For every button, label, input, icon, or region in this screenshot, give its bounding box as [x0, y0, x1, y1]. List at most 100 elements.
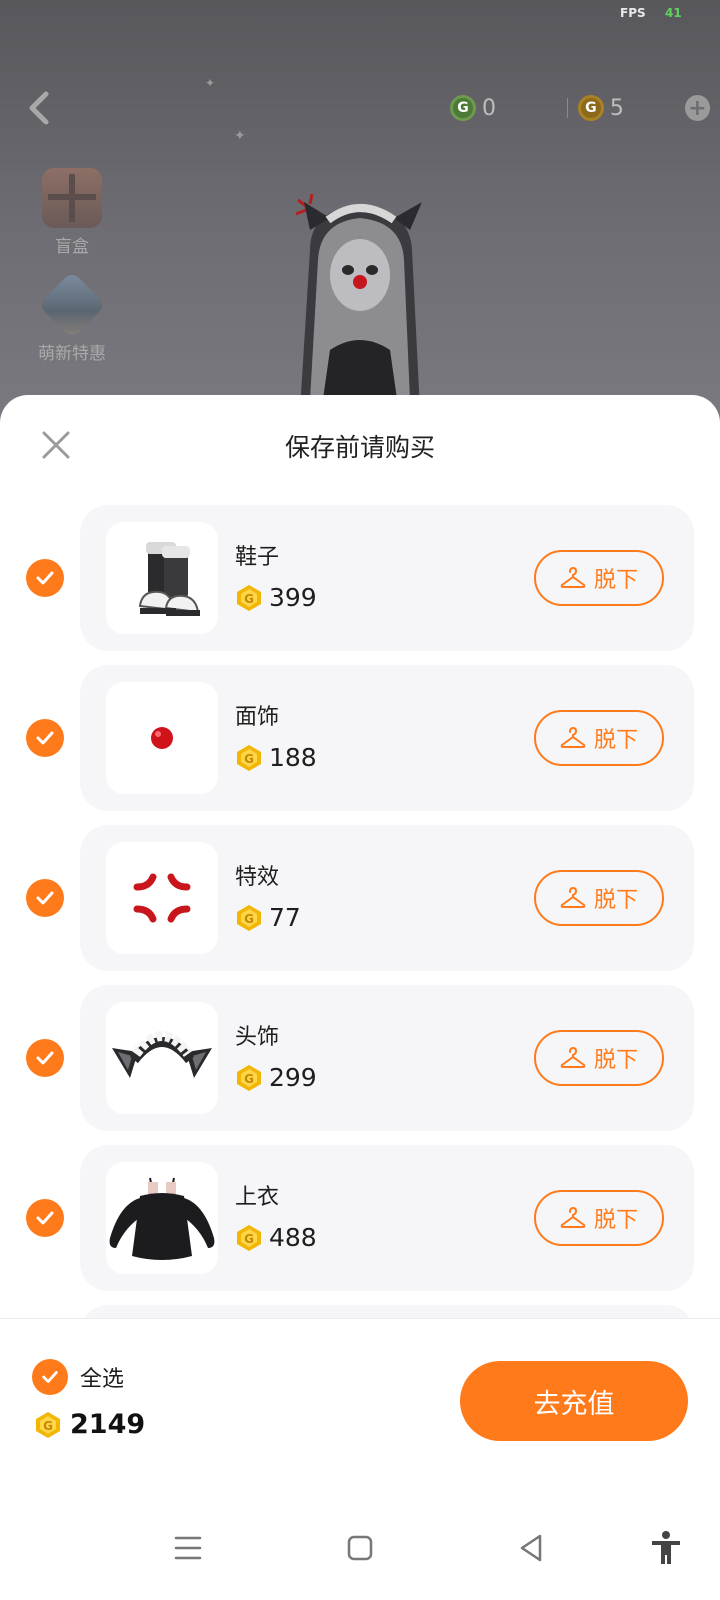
take-off-button[interactable]: 脱下 — [534, 870, 664, 926]
accessibility-icon[interactable] — [646, 1528, 686, 1568]
coin-icon: G — [36, 1411, 60, 1438]
divider — [566, 98, 568, 118]
menu-icon[interactable] — [168, 1528, 208, 1568]
green-coin-icon: G — [450, 95, 476, 121]
shoes-icon — [106, 522, 218, 634]
gold-coin-count: 5 — [609, 95, 624, 121]
item-price-value: 188 — [269, 743, 317, 772]
item-name: 特效 — [235, 865, 280, 890]
take-off-button[interactable]: 脱下 — [534, 710, 664, 766]
check-icon — [42, 1371, 58, 1383]
svg-text:G: G — [244, 1072, 254, 1086]
svg-text:G: G — [244, 752, 254, 766]
take-off-label: 脱下 — [593, 568, 638, 593]
item-price: G 399 — [235, 583, 317, 612]
item-price: G 77 — [235, 903, 301, 932]
item-price: G 488 — [235, 1223, 317, 1252]
item-card: 面饰 G 188 脱下 — [80, 665, 694, 811]
back-arrow-icon[interactable] — [22, 88, 58, 128]
hanger-icon — [560, 887, 586, 908]
take-off-label: 脱下 — [593, 728, 638, 753]
check-icon — [36, 1051, 54, 1065]
check-icon — [36, 1211, 54, 1225]
take-off-button[interactable]: 脱下 — [534, 1030, 664, 1086]
list-item: 上衣 G 488 脱下 — [0, 1145, 720, 1291]
green-coin-balance: G 0 — [450, 95, 557, 121]
hanger-icon — [560, 567, 586, 588]
hanger-icon — [560, 1207, 586, 1228]
coin-icon: G — [237, 584, 261, 611]
add-coins-button[interactable]: + — [684, 95, 710, 121]
svg-text:G: G — [244, 912, 254, 926]
home-square-icon[interactable] — [340, 1528, 380, 1568]
fps-value: 41 — [665, 6, 682, 20]
maid-headband-icon — [106, 1002, 218, 1114]
select-all-checkbox[interactable] — [32, 1359, 68, 1395]
item-price: G 299 — [235, 1063, 317, 1092]
system-nav-bar — [0, 1500, 720, 1600]
item-price-value: 399 — [269, 583, 317, 612]
item-card: 上衣 G 488 脱下 — [80, 1145, 694, 1291]
sheet-title: 保存前请购买 — [284, 433, 435, 462]
svg-text:G: G — [244, 1232, 254, 1246]
take-off-label: 脱下 — [593, 1208, 638, 1233]
svg-text:G: G — [43, 1419, 53, 1433]
select-all-label: 全选 — [80, 1367, 125, 1392]
item-checkbox[interactable] — [26, 719, 64, 757]
hanger-icon — [560, 727, 586, 748]
list-item: 特效 G 77 脱下 — [0, 825, 720, 971]
check-icon — [36, 891, 54, 905]
item-card: 鞋子 G 399 脱下 — [80, 505, 694, 651]
total-price-value: 2149 — [70, 1409, 146, 1440]
blind-box-label: 盲盒 — [55, 237, 89, 257]
check-icon — [36, 731, 54, 745]
take-off-label: 脱下 — [593, 1048, 638, 1073]
fps-label: FPS — [620, 6, 646, 20]
coin-icon: G — [237, 1224, 261, 1251]
list-item: 面饰 G 188 脱下 — [0, 665, 720, 811]
list-item: 鞋子 G 399 脱下 — [0, 505, 720, 651]
total-price: G 2149 — [34, 1409, 145, 1440]
select-all-toggle[interactable]: 全选 — [32, 1359, 124, 1395]
hanger-icon — [560, 1047, 586, 1068]
item-checkbox[interactable] — [26, 559, 64, 597]
check-icon — [36, 571, 54, 585]
item-list: 鞋子 G 399 脱下 面饰 G 188 脱下 特效 G 77 脱下 头饰 G … — [0, 505, 720, 1325]
recharge-button[interactable]: 去充值 — [460, 1361, 688, 1441]
sparkle-icon: ✦ — [234, 128, 246, 144]
item-checkbox[interactable] — [26, 1199, 64, 1237]
take-off-button[interactable]: 脱下 — [534, 550, 664, 606]
purchase-sheet: 保存前请购买 鞋子 G 399 脱下 面饰 G 188 脱下 特效 G 77 脱… — [0, 395, 720, 1600]
black-dress-icon — [106, 1162, 218, 1274]
anger-effect-icon — [106, 842, 218, 954]
item-checkbox[interactable] — [26, 879, 64, 917]
item-price: G 188 — [235, 743, 317, 772]
promo-bundle-icon — [38, 271, 106, 339]
currency-bar: G 0 G 5 + — [450, 88, 710, 128]
take-off-button[interactable]: 脱下 — [534, 1190, 664, 1246]
coin-icon: G — [237, 904, 261, 931]
item-name: 面饰 — [235, 705, 280, 730]
gold-coin-icon: G — [577, 95, 604, 121]
item-price-value: 77 — [269, 903, 301, 932]
newbie-deal-entry[interactable]: 萌新特惠 — [32, 271, 112, 364]
item-price-value: 299 — [269, 1063, 317, 1092]
item-card: 特效 G 77 脱下 — [80, 825, 694, 971]
blind-box-entry[interactable]: 盲盒 — [32, 168, 112, 257]
item-name: 头饰 — [235, 1025, 280, 1050]
svg-text:G: G — [244, 592, 254, 606]
take-off-label: 脱下 — [593, 888, 638, 913]
newbie-deal-label: 萌新特惠 — [38, 344, 106, 364]
item-name: 上衣 — [235, 1185, 280, 1210]
coin-icon: G — [237, 744, 261, 771]
back-triangle-icon[interactable] — [512, 1528, 552, 1568]
green-coin-count: 0 — [482, 95, 496, 121]
item-card: 头饰 G 299 脱下 — [80, 985, 694, 1131]
item-checkbox[interactable] — [26, 1039, 64, 1077]
item-price-value: 488 — [269, 1223, 317, 1252]
gift-box-icon — [42, 168, 102, 228]
sparkle-icon: ✦ — [205, 76, 216, 90]
recharge-label: 去充值 — [533, 1388, 615, 1420]
coin-icon: G — [237, 1064, 261, 1091]
background-scene: FPS 41 ✦ ✦ G 0 G 5 + 盲盒 萌新特惠 — [0, 0, 720, 420]
